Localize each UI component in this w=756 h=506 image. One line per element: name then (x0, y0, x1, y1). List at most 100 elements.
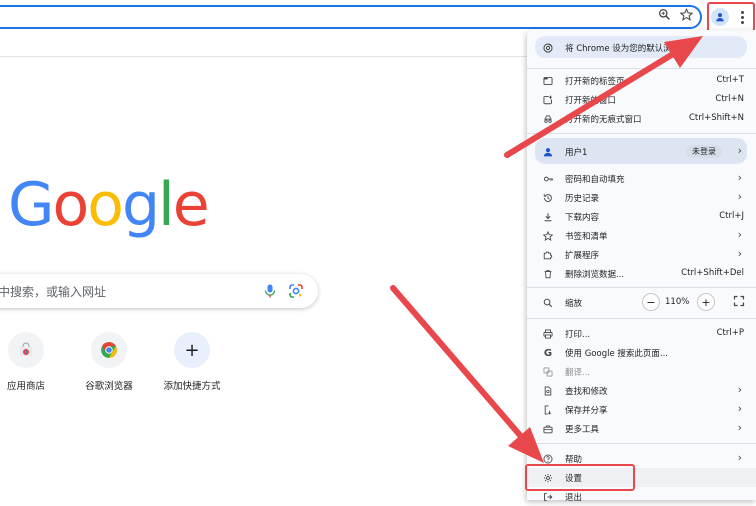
menu-item-new-window[interactable]: 打开新的窗口 Ctrl+N (527, 90, 756, 109)
shortcut-add[interactable]: + 添加快捷方式 (147, 332, 237, 392)
menu-divider (527, 133, 756, 134)
menu-item-shortcut: Ctrl+P (716, 328, 744, 338)
menu-divider (527, 318, 756, 319)
chevron-right-icon: › (737, 383, 742, 396)
menu-item-more-tools[interactable]: 更多工具 › (527, 419, 756, 438)
menu-item-label: 打开新的窗口 (565, 96, 617, 106)
menu-item-save-share[interactable]: 保存并分享 › (527, 400, 756, 419)
incognito-icon (542, 113, 554, 125)
shortcut-tile (91, 332, 127, 368)
menu-item-label: 打印... (565, 330, 591, 340)
address-bar[interactable] (0, 5, 702, 29)
signed-out-badge: 未登录 (686, 145, 722, 158)
logo-letter: o (52, 170, 90, 240)
menu-item-incognito[interactable]: 打开新的无痕式窗口 Ctrl+Shift+N (527, 109, 756, 128)
menu-item-label: 翻译... (565, 368, 591, 378)
google-lens-icon[interactable] (288, 283, 304, 299)
bookmark-star-icon[interactable] (678, 6, 694, 22)
save-share-icon (542, 404, 554, 416)
menu-divider (527, 443, 756, 444)
menu-divider (527, 68, 756, 69)
menu-item-label: 将 Chrome 设为您的默认浏览器 (565, 44, 689, 54)
menu-item-translate[interactable]: 翻译... (527, 362, 756, 381)
menu-item-extensions[interactable]: 扩展程序 › (527, 245, 756, 264)
chevron-right-icon: › (737, 247, 742, 260)
shortcut-label: 谷歌浏览器 (85, 381, 133, 392)
person-icon (542, 146, 554, 158)
chevron-right-icon: › (737, 228, 742, 241)
menu-item-label: 使用 Google 搜索此页面... (565, 349, 668, 359)
menu-item-zoom: 缩放 − 110% + (527, 293, 756, 312)
logo-letter: o (87, 170, 124, 240)
zoom-in-button[interactable]: + (697, 293, 715, 311)
menu-item-label: 缩放 (565, 299, 583, 309)
chevron-right-icon: › (737, 190, 742, 203)
logo-letter: l (158, 170, 175, 240)
menu-item-label: 书签和清单 (565, 232, 608, 242)
menu-item-label: 密码和自动填充 (565, 175, 625, 185)
search-placeholder: 中搜索，或输入网址 (0, 285, 107, 299)
menu-item-label: 扩展程序 (565, 251, 600, 261)
menu-item-label: 查找和修改 (565, 387, 608, 397)
zoom-out-button[interactable]: − (642, 293, 660, 311)
chevron-right-icon: › (737, 402, 742, 415)
chrome-main-menu: 将 Chrome 设为您的默认浏览器 打开新的标签页 Ctrl+T 打开新的窗口… (527, 30, 756, 503)
menu-item-history[interactable]: 历史记录 › (527, 188, 756, 207)
shortcut-chrome[interactable]: 谷歌浏览器 (64, 332, 154, 392)
menu-item-find-edit[interactable]: 查找和修改 › (527, 381, 756, 400)
menu-item-profile[interactable]: 用户1 未登录 › (527, 142, 756, 161)
menu-item-bookmarks[interactable]: 书签和清单 › (527, 226, 756, 245)
menu-item-downloads[interactable]: 下载内容 Ctrl+J (527, 207, 756, 226)
menu-item-label: 打开新的无痕式窗口 (565, 115, 642, 125)
search-box[interactable]: 中搜索，或输入网址 (0, 274, 318, 308)
translate-icon (542, 366, 554, 378)
puzzle-icon (542, 249, 554, 261)
google-g-icon: G (543, 347, 553, 359)
menu-divider (527, 287, 756, 288)
download-icon (542, 211, 554, 223)
shortcut-tile (8, 332, 44, 368)
trash-icon (542, 268, 554, 280)
menu-item-print[interactable]: 打印... Ctrl+P (527, 324, 756, 343)
fullscreen-icon[interactable] (733, 295, 745, 307)
plus-icon: + (184, 339, 200, 361)
exit-icon (542, 491, 554, 503)
chevron-right-icon: › (737, 171, 742, 184)
star-icon (542, 230, 554, 242)
menu-item-shortcut: Ctrl+T (716, 75, 744, 85)
menu-item-new-tab[interactable]: 打开新的标签页 Ctrl+T (527, 71, 756, 90)
new-window-icon (542, 94, 554, 106)
annotation-highlight-settings (525, 464, 635, 491)
new-tab-icon (542, 75, 554, 87)
menu-item-passwords[interactable]: 密码和自动填充 › (527, 169, 756, 188)
annotation-highlight-menu-button (707, 2, 755, 32)
history-icon (542, 192, 554, 204)
menu-item-shortcut: Ctrl+N (715, 94, 744, 104)
chevron-right-icon: › (737, 451, 742, 464)
key-icon (542, 173, 554, 185)
menu-item-clear-data[interactable]: 删除浏览数据... Ctrl+Shift+Del (527, 264, 756, 283)
shortcut-label: 应用商店 (6, 381, 45, 392)
chrome-icon (101, 342, 117, 358)
chrome-logo-icon (542, 42, 554, 54)
voice-search-mic-icon[interactable] (262, 283, 278, 299)
menu-item-label: 保存并分享 (565, 406, 608, 416)
menu-item-label: 打开新的标签页 (565, 77, 625, 87)
chevron-right-icon: › (737, 421, 742, 434)
logo-letter: G (8, 170, 54, 240)
menu-item-shortcut: Ctrl+J (719, 211, 744, 221)
zoom-indicator-icon[interactable] (656, 6, 672, 22)
toolbox-icon (542, 423, 554, 435)
chevron-right-icon: › (737, 144, 742, 157)
menu-item-label: 历史记录 (565, 194, 600, 204)
printer-icon (542, 328, 554, 340)
zoom-level: 110% (665, 297, 690, 307)
menu-item-search-page[interactable]: G 使用 Google 搜索此页面... (527, 343, 756, 362)
google-logo: Google (8, 170, 210, 240)
shortcut-web-store[interactable]: 应用商店 (0, 332, 71, 392)
menu-item-label: 退出 (565, 493, 583, 503)
find-page-icon (542, 385, 554, 397)
menu-item-default-browser[interactable]: 将 Chrome 设为您的默认浏览器 (527, 38, 756, 57)
menu-item-label: 下载内容 (565, 213, 600, 223)
menu-item-shortcut: Ctrl+Shift+Del (681, 268, 744, 278)
